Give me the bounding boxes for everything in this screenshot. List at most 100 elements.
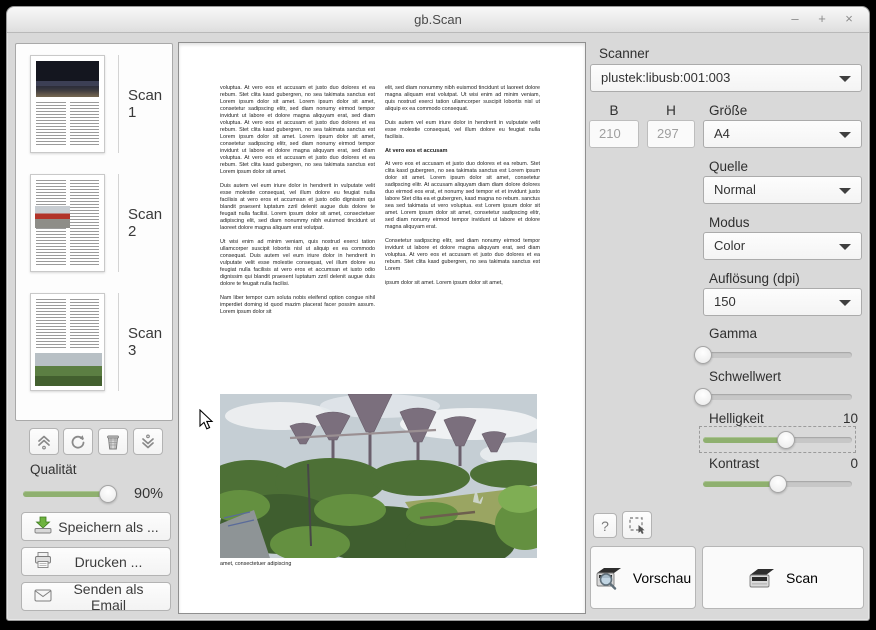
chevron-down-icon xyxy=(839,244,851,250)
slider-fill xyxy=(703,481,778,487)
document-heading: At vero eos et accusam xyxy=(385,148,540,155)
crop-selection-icon xyxy=(628,516,647,535)
email-icon xyxy=(31,587,55,606)
close-button[interactable]: × xyxy=(841,11,857,27)
minimize-button[interactable]: – xyxy=(787,11,803,27)
quality-slider[interactable] xyxy=(23,484,117,503)
mode-label: Modus xyxy=(709,215,750,230)
scanner-dropdown[interactable]: plustek:libusb:001:003 xyxy=(590,64,862,92)
slider-handle[interactable] xyxy=(694,346,712,364)
document-left-column: voluptua. At vero eos et accusam et just… xyxy=(220,85,375,323)
scanner-icon xyxy=(748,566,776,590)
gamma-label: Gamma xyxy=(709,326,757,341)
chevron-down-icon xyxy=(839,76,851,82)
threshold-slider[interactable] xyxy=(703,387,852,406)
move-down-button[interactable] xyxy=(133,428,163,455)
scan-label[interactable]: Scan 3 xyxy=(119,325,172,359)
slider-fill xyxy=(703,437,786,443)
slider-handle[interactable] xyxy=(99,485,117,503)
send-email-button[interactable]: Senden als Email xyxy=(21,582,171,611)
photo-caption: amet, consectetuer adipiscing xyxy=(220,561,291,567)
scan-label[interactable]: Scan 1 xyxy=(119,87,172,121)
list-item[interactable]: Scan 2 xyxy=(16,163,172,282)
resolution-dropdown[interactable]: 150 xyxy=(703,288,862,316)
save-as-button[interactable]: Speichern als ... xyxy=(21,512,171,541)
size-label: Größe xyxy=(709,103,747,118)
chevron-down-icon xyxy=(839,188,851,194)
size-value: A4 xyxy=(714,126,730,141)
mode-value: Color xyxy=(714,238,745,253)
garden-photo xyxy=(220,394,537,558)
delete-button[interactable] xyxy=(98,428,128,455)
scan-list[interactable]: Scan 1 Scan 2 Scan 3 xyxy=(15,43,173,421)
scanner-preview-icon xyxy=(595,565,623,590)
source-dropdown[interactable]: Normal xyxy=(703,176,862,204)
printer-icon xyxy=(31,551,55,572)
help-button[interactable]: ? xyxy=(593,513,617,538)
preview-button[interactable]: Vorschau xyxy=(590,546,696,609)
trash-icon xyxy=(104,433,122,451)
quality-label: Qualität xyxy=(30,462,77,477)
size-dropdown[interactable]: A4 xyxy=(703,120,862,148)
height-field[interactable]: 297 xyxy=(647,120,695,148)
scan3-photo xyxy=(35,353,102,386)
list-item[interactable]: Scan 3 xyxy=(16,282,172,401)
save-icon xyxy=(31,516,55,537)
height-label: H xyxy=(647,103,695,118)
print-button[interactable]: Drucken ... xyxy=(21,547,171,576)
mouse-cursor xyxy=(199,409,214,431)
preview-button-label: Vorschau xyxy=(633,570,691,586)
slider-handle[interactable] xyxy=(694,388,712,406)
slider-fill xyxy=(23,491,108,497)
threshold-label: Schwellwert xyxy=(709,369,781,384)
contrast-value: 0 xyxy=(818,456,858,471)
resolution-label: Auflösung (dpi) xyxy=(709,271,800,286)
slider-track[interactable] xyxy=(703,394,852,400)
gbscan-window: gb.Scan – + × Scan 1 Scan 2 xyxy=(6,6,870,621)
contrast-label: Kontrast xyxy=(709,456,759,471)
rotate-button[interactable] xyxy=(63,428,93,455)
move-up-button[interactable] xyxy=(29,428,59,455)
print-label: Drucken ... xyxy=(55,554,170,570)
scan2-thumbnail[interactable] xyxy=(30,174,105,272)
document-right-column: elit, sed diam nonummy nibh euismod tinc… xyxy=(385,85,540,294)
maximize-button[interactable]: + xyxy=(814,11,830,27)
width-label: B xyxy=(589,103,639,118)
brightness-label: Helligkeit xyxy=(709,411,764,426)
slider-track[interactable] xyxy=(703,352,852,358)
scanner-label: Scanner xyxy=(599,46,649,61)
brightness-value: 10 xyxy=(818,411,858,426)
list-item[interactable]: Scan 1 xyxy=(16,44,172,163)
scan-label[interactable]: Scan 2 xyxy=(119,206,172,240)
slider-handle[interactable] xyxy=(769,475,787,493)
scan-button-label: Scan xyxy=(786,570,818,586)
scanner-value: plustek:libusb:001:003 xyxy=(601,70,730,85)
crop-selection-button[interactable] xyxy=(622,511,652,539)
scan2-photo xyxy=(35,206,70,228)
resolution-value: 150 xyxy=(714,294,736,309)
contrast-slider[interactable] xyxy=(703,474,852,493)
scan1-photo xyxy=(36,61,99,97)
move-up-icon xyxy=(35,433,53,451)
scan1-thumbnail[interactable] xyxy=(30,55,105,153)
mode-dropdown[interactable]: Color xyxy=(703,232,862,260)
titlebar[interactable]: gb.Scan – + × xyxy=(7,7,869,33)
width-field[interactable]: 210 xyxy=(589,120,639,148)
brightness-slider[interactable] xyxy=(703,430,852,449)
send-email-label: Senden als Email xyxy=(55,581,170,613)
window-title: gb.Scan xyxy=(7,12,869,27)
source-label: Quelle xyxy=(709,159,748,174)
chevron-down-icon xyxy=(839,300,851,306)
chevron-down-icon xyxy=(839,132,851,138)
document-preview[interactable]: voluptua. At vero eos et accusam et just… xyxy=(178,42,586,614)
slider-handle[interactable] xyxy=(777,431,795,449)
move-down-icon xyxy=(139,433,157,451)
desktop: gb.Scan – + × Scan 1 Scan 2 xyxy=(0,0,876,630)
source-value: Normal xyxy=(714,182,756,197)
quality-value: 90% xyxy=(134,486,163,502)
rotate-icon xyxy=(69,433,87,451)
scan-button[interactable]: Scan xyxy=(702,546,864,609)
window-controls: – + × xyxy=(787,11,857,27)
gamma-slider[interactable] xyxy=(703,345,852,364)
scan3-thumbnail[interactable] xyxy=(30,293,105,391)
